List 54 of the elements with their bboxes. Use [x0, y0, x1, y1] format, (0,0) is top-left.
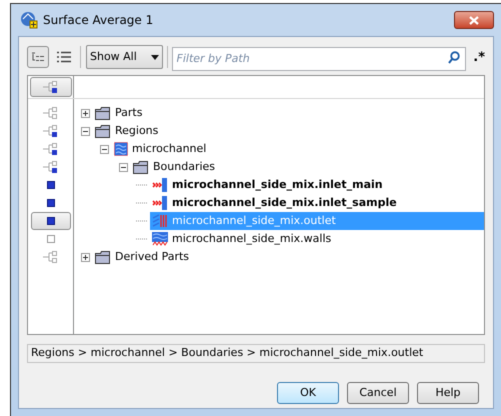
regex-toggle[interactable]: .*	[473, 50, 486, 64]
close-icon	[469, 16, 479, 24]
folder-icon	[133, 160, 149, 174]
scope-none-icon	[42, 251, 58, 263]
tree-connector-icon	[136, 238, 148, 240]
scope-partial-icon	[42, 125, 58, 137]
path-bar: Regions > microchannel > Boundaries > microchannel_side_mix.outlet	[27, 344, 485, 363]
tree-connector-icon	[136, 202, 148, 204]
tree-view-icon	[31, 52, 45, 62]
scope-partial-icon	[42, 81, 58, 93]
filter-dropdown[interactable]: Show All	[86, 45, 163, 69]
scope-button[interactable]	[30, 212, 70, 230]
collapse-icon[interactable]	[100, 144, 108, 154]
scope-full-icon	[46, 181, 54, 189]
dialog-button[interactable]: OK	[277, 382, 339, 404]
expand-icon[interactable]	[80, 252, 90, 262]
tree-item[interactable]: microchannel	[112, 140, 206, 158]
inlet-boundary-icon	[152, 196, 168, 210]
region-icon	[114, 142, 128, 156]
tree-item[interactable]: Parts	[93, 104, 142, 122]
list-view-icon	[56, 51, 72, 63]
wall-boundary-icon	[152, 232, 168, 246]
expand-icon[interactable]	[80, 108, 90, 118]
tree-item[interactable]: microchannel_side_mix.walls	[150, 230, 332, 248]
scope-partial-icon	[42, 143, 58, 155]
folder-icon	[95, 124, 111, 138]
collapse-icon[interactable]	[118, 162, 128, 172]
scope-full-icon	[46, 199, 54, 207]
collapse-icon[interactable]	[80, 126, 90, 136]
scope-empty-icon	[46, 235, 54, 243]
search-icon[interactable]	[448, 51, 460, 64]
tree-item[interactable]: Derived Parts	[93, 248, 190, 266]
tree-item[interactable]: microchannel_side_mix.inlet_main	[150, 176, 383, 194]
dropdown-arrow-icon	[150, 54, 159, 60]
tree-connector-icon	[136, 184, 148, 186]
folder-icon	[95, 106, 111, 120]
scope-full-icon	[46, 217, 54, 225]
inlet-boundary-icon	[152, 178, 168, 192]
window-title: Surface Average 1	[43, 12, 154, 29]
dialog-button[interactable]: Help	[417, 382, 479, 404]
scope-none-icon	[42, 107, 58, 119]
tree-item[interactable]: Boundaries	[131, 158, 216, 176]
app-icon	[20, 11, 38, 29]
dialog-button[interactable]: Cancel	[347, 382, 409, 404]
scope-header-button[interactable]	[30, 77, 72, 97]
outlet-boundary-icon	[152, 214, 168, 228]
tree-item[interactable]: Regions	[93, 122, 158, 140]
close-button[interactable]	[454, 11, 494, 29]
search-field[interactable]: Filter by Path	[172, 46, 466, 70]
tree-connector-icon	[136, 220, 148, 222]
tree-view-button[interactable]	[27, 46, 49, 68]
tree-item[interactable]: microchannel_side_mix.inlet_sample	[150, 194, 397, 212]
scope-partial-icon	[42, 161, 58, 173]
folder-icon	[95, 250, 111, 264]
